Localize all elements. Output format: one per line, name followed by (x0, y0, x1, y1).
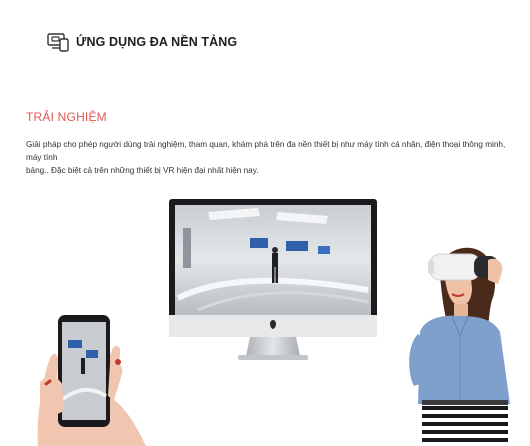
multi-device-icon (47, 33, 69, 52)
desktop-monitor-illustration (169, 199, 377, 360)
description-line-2: bảng.. Đặc biệt cả trên những thiết bị V… (26, 166, 259, 175)
section-title: TRẢI NGHIỆM (26, 110, 107, 124)
description-line-1: Giải pháp cho phép người dùng trải nghiệ… (26, 140, 506, 162)
page-header: ỨNG DỤNG ĐA NỀN TẢNG (47, 31, 237, 53)
vr-headset-woman-illustration (409, 247, 510, 446)
smartphone-hand-illustration (37, 315, 147, 446)
section-description: Giải pháp cho phép người dùng trải nghiệ… (26, 138, 512, 177)
header-title: ỨNG DỤNG ĐA NỀN TẢNG (76, 35, 238, 49)
